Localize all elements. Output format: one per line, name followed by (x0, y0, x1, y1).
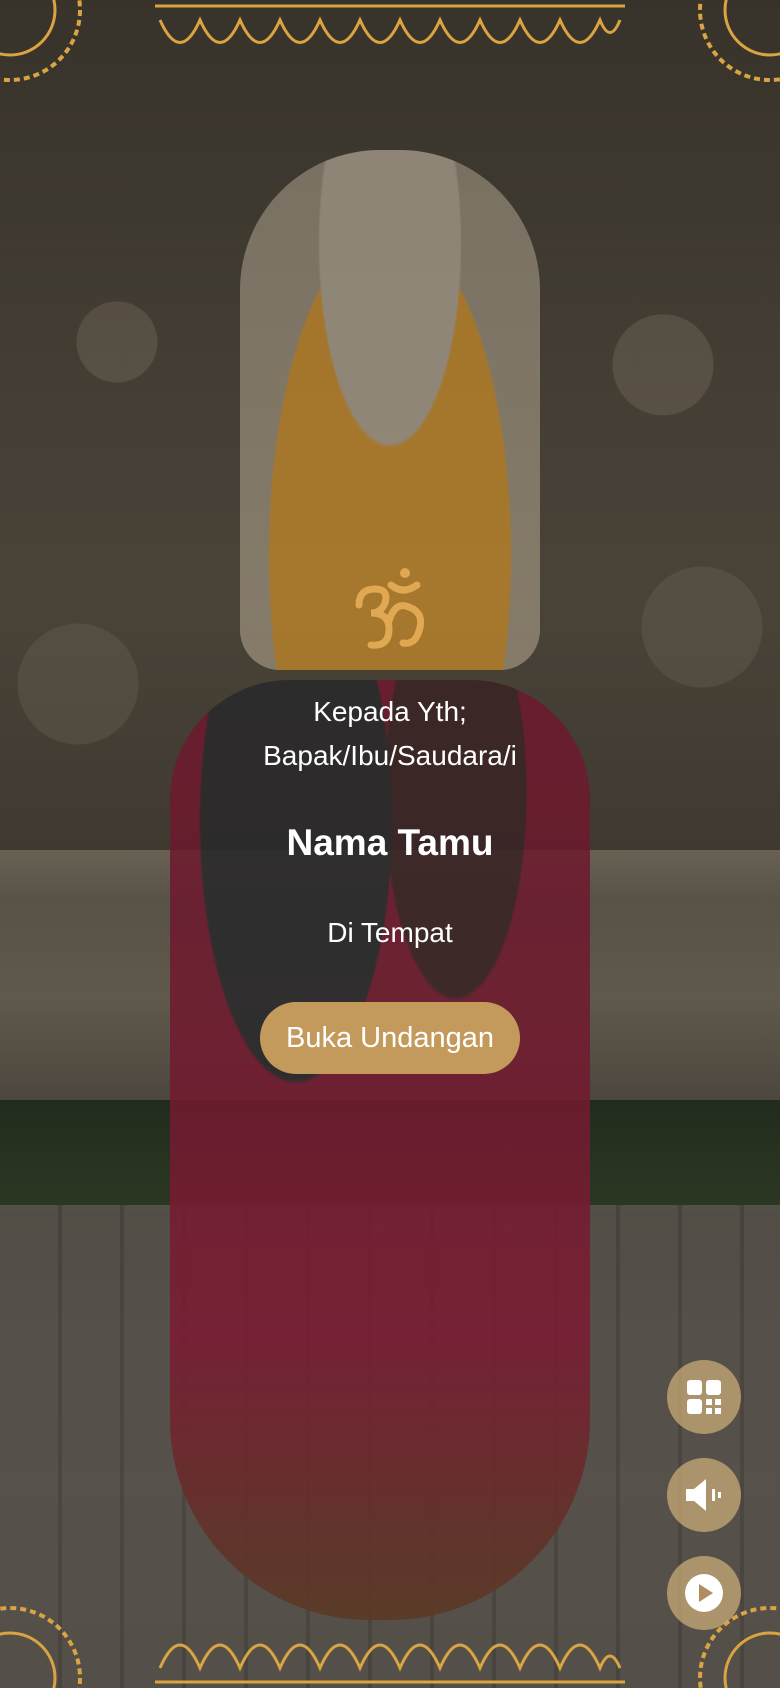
greeting-line-1: Kepada Yth; (313, 696, 467, 727)
invitation-cover: Kepada Yth; Bapak/Ibu/Saudara/i Nama Tam… (0, 0, 780, 1688)
ornament-top (155, 4, 625, 44)
guest-name: Nama Tamu (286, 822, 494, 863)
couple-photo (170, 680, 590, 1620)
sound-toggle-button[interactable] (667, 1458, 741, 1532)
place-text: Di Tempat (327, 917, 453, 948)
speaker-icon (686, 1479, 721, 1511)
greeting-line-2: Bapak/Ibu/Saudara/i (263, 740, 517, 771)
qr-code-icon (687, 1380, 721, 1414)
greeting: Kepada Yth; Bapak/Ibu/Saudara/i (0, 690, 780, 778)
qr-code-button[interactable] (667, 1360, 741, 1434)
ornament-corner-top-left (0, 0, 82, 82)
om-symbol-icon (355, 568, 425, 649)
play-button[interactable] (667, 1556, 741, 1630)
ornament-bottom (155, 1643, 625, 1684)
play-icon (685, 1574, 723, 1612)
open-invitation-button[interactable]: Buka Undangan (260, 1002, 520, 1074)
ornament-corner-top-right (698, 0, 780, 82)
ornament-corner-bottom-left (0, 1606, 82, 1688)
